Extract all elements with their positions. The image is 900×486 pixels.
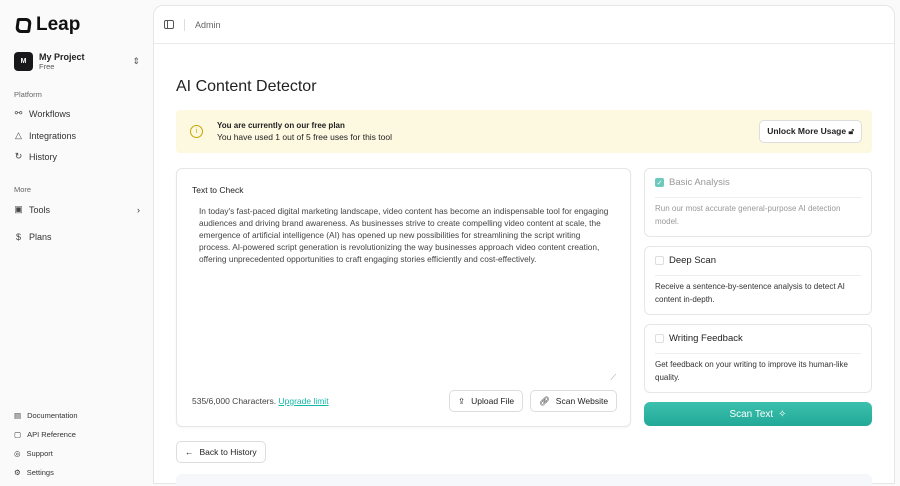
main-panel: Admin AI Content Detector i You are curr… — [153, 5, 895, 486]
text-label: Text to Check — [192, 185, 244, 195]
scan-website-button[interactable]: 🔗︎ Scan Website — [530, 390, 618, 412]
text-input-card: Text to Check In today's fast-paced digi… — [176, 168, 631, 427]
code-icon: ▢ — [14, 430, 22, 439]
section-platform: Platform — [14, 90, 42, 99]
upload-icon: ⇪ — [458, 395, 466, 406]
gear-icon: ⚙ — [14, 468, 21, 477]
upload-file-button[interactable]: ⇪ Upload File — [449, 390, 524, 412]
results-panel — [176, 474, 872, 486]
sidebar-item-history[interactable]: ↻ History — [14, 151, 140, 162]
divider — [184, 18, 185, 31]
resize-handle-icon[interactable]: ⟋ — [610, 373, 616, 383]
option-deep-scan[interactable]: Deep Scan Receive a sentence-by-sentence… — [644, 246, 872, 315]
workflow-icon: ⚯ — [14, 108, 23, 118]
shapes-icon: △ — [15, 130, 22, 140]
chevron-right-icon: › — [137, 204, 140, 215]
support-icon: ◎ — [14, 449, 21, 458]
breadcrumb[interactable]: Admin — [195, 20, 221, 30]
project-plan: Free — [39, 62, 55, 71]
checkbox-checked-icon[interactable]: ✓ — [655, 178, 664, 187]
sidebar-toggle-icon[interactable] — [164, 20, 174, 29]
sidebar-item-integrations[interactable]: △ Integrations — [14, 130, 140, 141]
sidebar-item-documentation[interactable]: ▤ Documentation — [14, 411, 78, 420]
scan-text-button[interactable]: Scan Text ✧ — [644, 402, 872, 426]
free-plan-banner: i You are currently on our free plan You … — [176, 110, 872, 153]
sidebar-item-api-reference[interactable]: ▢ API Reference — [14, 430, 76, 439]
book-icon: ▤ — [14, 411, 22, 420]
project-name: My Project — [39, 52, 85, 62]
sidebar-item-tools[interactable]: ▣ Tools › — [14, 204, 140, 215]
terminal-icon: ▣ — [14, 204, 23, 214]
chevron-up-down-icon: ⇕ — [132, 56, 140, 66]
app-logo[interactable]: Leap — [14, 14, 80, 36]
arrow-left-icon: ← — [185, 447, 194, 457]
back-to-history-button[interactable]: ← Back to History — [176, 441, 266, 463]
sidebar-item-settings[interactable]: ⚙ Settings — [14, 468, 54, 477]
refresh-icon: ↻ — [14, 151, 23, 161]
sidebar-item-plans[interactable]: $ Plans — [14, 232, 140, 242]
leap-logo-icon — [14, 17, 33, 33]
upgrade-limit-link[interactable]: Upgrade limit — [278, 396, 328, 406]
banner-text: You have used 1 out of 5 free uses for t… — [217, 132, 392, 142]
link-icon: 🔗︎ — [539, 395, 550, 406]
checkbox-icon[interactable] — [655, 334, 664, 343]
option-writing-feedback[interactable]: Writing Feedback Get feedback on your wr… — [644, 324, 872, 393]
banner-title: You are currently on our free plan — [217, 121, 345, 130]
page-title: AI Content Detector — [176, 78, 317, 95]
project-avatar: M — [14, 52, 33, 71]
text-to-check-input[interactable]: In today's fast-paced digital marketing … — [192, 205, 617, 381]
project-switcher[interactable]: M My Project Free ⇕ — [14, 52, 140, 71]
sidebar-item-workflows[interactable]: ⚯ Workflows — [14, 108, 140, 119]
option-basic-analysis[interactable]: ✓ Basic Analysis Run our most accurate ge… — [644, 168, 872, 237]
sparkle-icon: ✧ — [778, 408, 787, 420]
lock-icon: 🔓︎ — [848, 126, 854, 136]
top-bar: Admin — [154, 6, 894, 44]
dollar-icon: $ — [15, 232, 21, 242]
checkbox-icon[interactable] — [655, 256, 664, 265]
unlock-more-usage-button[interactable]: Unlock More Usage 🔓︎ — [759, 120, 862, 143]
sidebar-item-support[interactable]: ◎ Support — [14, 449, 53, 458]
info-icon: i — [190, 125, 203, 138]
section-more: More — [14, 185, 32, 194]
character-count: 535/6,000 Characters. Upgrade limit — [192, 396, 329, 406]
